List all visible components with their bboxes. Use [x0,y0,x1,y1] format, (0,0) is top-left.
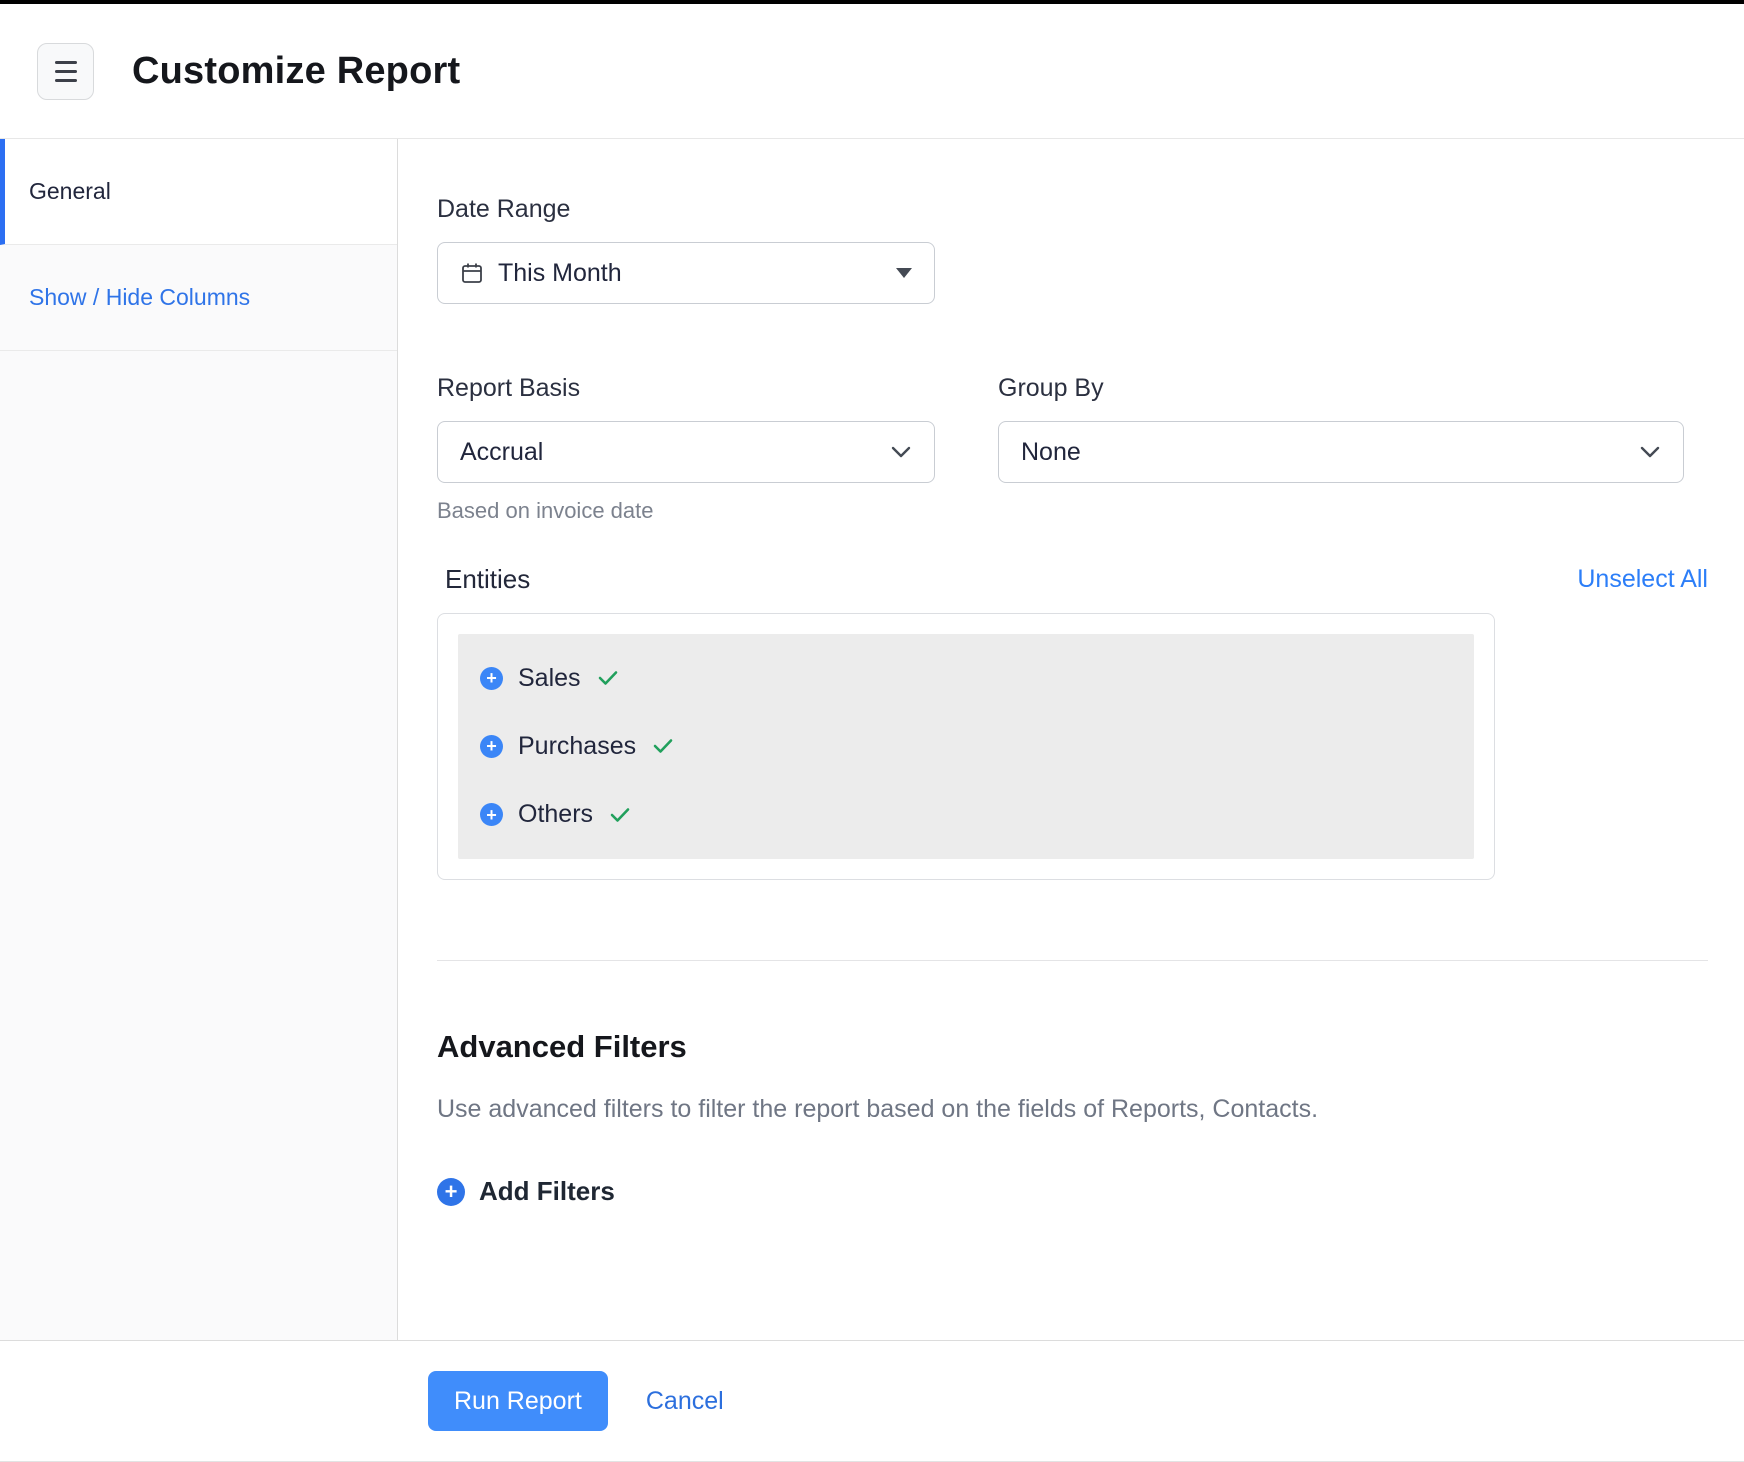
section-divider [437,960,1708,961]
date-range-dropdown[interactable]: This Month [437,242,935,304]
expand-plus-icon[interactable]: + [480,735,503,758]
sidebar-item-label: General [29,178,111,205]
run-report-button[interactable]: Run Report [428,1371,608,1431]
sidebar-item-show-hide-columns[interactable]: Show / Hide Columns [0,245,397,351]
group-by-select[interactable]: None [998,421,1684,483]
report-basis-label: Report Basis [437,374,935,403]
group-by-value: None [1021,438,1639,467]
check-icon [609,806,631,824]
group-by-field: Group By None [998,374,1684,524]
plus-circle-icon: + [437,1178,465,1206]
cancel-button[interactable]: Cancel [646,1387,724,1416]
footer: Run Report Cancel [0,1340,1744,1462]
add-filters-button[interactable]: + Add Filters [437,1176,1708,1207]
entities-label: Entities [437,564,530,595]
report-basis-value: Accrual [460,438,890,467]
entity-row-sales[interactable]: + Sales [458,646,1474,710]
date-range-label: Date Range [437,195,1708,224]
advanced-filters-description: Use advanced filters to filter the repor… [437,1095,1708,1124]
main-content: Date Range This Month Report Basis [398,139,1744,1340]
customize-report-page: Customize Report General Show / Hide Col… [0,0,1744,1462]
add-filters-label: Add Filters [479,1176,615,1207]
advanced-filters-title: Advanced Filters [437,1029,1708,1065]
entity-label: Others [518,800,593,829]
page-title: Customize Report [132,50,460,93]
entities-list: + Sales + Purchases [458,634,1474,859]
basis-group-row: Report Basis Accrual Based on invoice da… [437,374,1708,524]
check-icon [597,669,619,687]
sidebar: General Show / Hide Columns [0,139,398,1340]
chevron-down-icon [890,445,912,459]
expand-plus-icon[interactable]: + [480,667,503,690]
caret-down-icon [896,268,912,278]
calendar-icon [460,261,484,285]
entity-label: Purchases [518,732,636,761]
hamburger-menu-button[interactable] [37,43,94,100]
chevron-down-icon [1639,445,1661,459]
entity-row-others[interactable]: + Others [458,783,1474,847]
entities-header: Entities Unselect All [437,564,1708,595]
report-basis-helper: Based on invoice date [437,498,935,524]
hamburger-icon [55,61,77,64]
report-basis-select[interactable]: Accrual [437,421,935,483]
entity-row-purchases[interactable]: + Purchases [458,714,1474,778]
entities-box: + Sales + Purchases [437,613,1495,880]
header: Customize Report [0,4,1744,139]
expand-plus-icon[interactable]: + [480,803,503,826]
body: General Show / Hide Columns Date Range [0,139,1744,1340]
entity-label: Sales [518,664,581,693]
report-basis-field: Report Basis Accrual Based on invoice da… [437,374,935,524]
unselect-all-link[interactable]: Unselect All [1577,565,1708,594]
sidebar-item-label: Show / Hide Columns [29,284,250,311]
sidebar-item-general[interactable]: General [0,139,397,245]
group-by-label: Group By [998,374,1684,403]
check-icon [652,737,674,755]
date-range-value: This Month [498,259,896,288]
